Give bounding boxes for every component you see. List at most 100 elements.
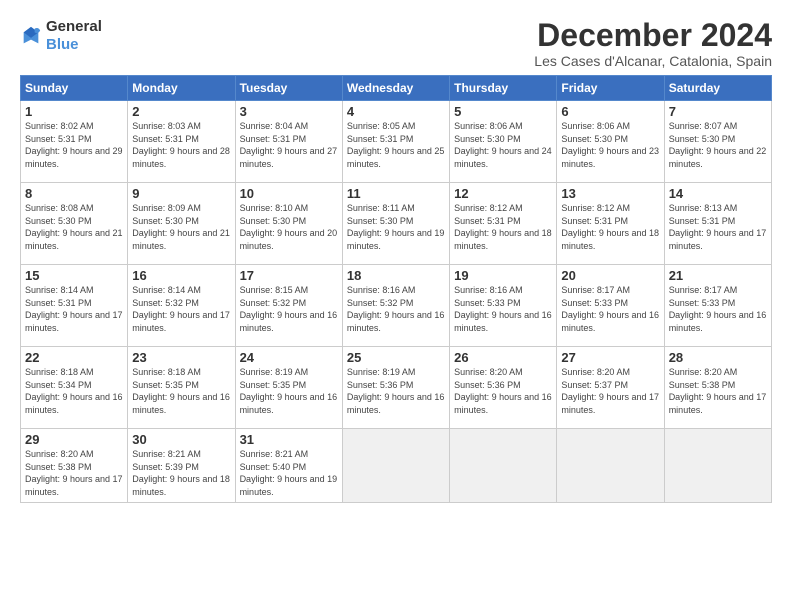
- day-number: 30: [132, 432, 230, 447]
- table-cell: 23Sunrise: 8:18 AMSunset: 5:35 PMDayligh…: [128, 347, 235, 429]
- day-number: 16: [132, 268, 230, 283]
- header: General Blue December 2024 Les Cases d'A…: [20, 18, 772, 69]
- day-number: 24: [240, 350, 338, 365]
- day-number: 4: [347, 104, 445, 119]
- table-cell: 8Sunrise: 8:08 AMSunset: 5:30 PMDaylight…: [21, 183, 128, 265]
- day-number: 15: [25, 268, 123, 283]
- table-cell: 27Sunrise: 8:20 AMSunset: 5:37 PMDayligh…: [557, 347, 664, 429]
- header-monday: Monday: [128, 76, 235, 101]
- day-number: 11: [347, 186, 445, 201]
- location-title: Les Cases d'Alcanar, Catalonia, Spain: [534, 53, 772, 69]
- cell-info: Sunrise: 8:16 AMSunset: 5:32 PMDaylight:…: [347, 284, 445, 334]
- table-row: 15Sunrise: 8:14 AMSunset: 5:31 PMDayligh…: [21, 265, 772, 347]
- table-cell: 9Sunrise: 8:09 AMSunset: 5:30 PMDaylight…: [128, 183, 235, 265]
- table-cell: 1Sunrise: 8:02 AMSunset: 5:31 PMDaylight…: [21, 101, 128, 183]
- cell-info: Sunrise: 8:09 AMSunset: 5:30 PMDaylight:…: [132, 202, 230, 252]
- table-cell: 30Sunrise: 8:21 AMSunset: 5:39 PMDayligh…: [128, 429, 235, 502]
- cell-info: Sunrise: 8:20 AMSunset: 5:38 PMDaylight:…: [25, 448, 123, 498]
- table-row: 8Sunrise: 8:08 AMSunset: 5:30 PMDaylight…: [21, 183, 772, 265]
- table-cell: 22Sunrise: 8:18 AMSunset: 5:34 PMDayligh…: [21, 347, 128, 429]
- header-tuesday: Tuesday: [235, 76, 342, 101]
- cell-info: Sunrise: 8:04 AMSunset: 5:31 PMDaylight:…: [240, 120, 338, 170]
- title-area: December 2024 Les Cases d'Alcanar, Catal…: [534, 18, 772, 69]
- cell-info: Sunrise: 8:18 AMSunset: 5:34 PMDaylight:…: [25, 366, 123, 416]
- table-cell: 19Sunrise: 8:16 AMSunset: 5:33 PMDayligh…: [450, 265, 557, 347]
- cell-info: Sunrise: 8:14 AMSunset: 5:31 PMDaylight:…: [25, 284, 123, 334]
- calendar-page: General Blue December 2024 Les Cases d'A…: [0, 0, 792, 612]
- day-number: 13: [561, 186, 659, 201]
- cell-info: Sunrise: 8:05 AMSunset: 5:31 PMDaylight:…: [347, 120, 445, 170]
- days-header-row: Sunday Monday Tuesday Wednesday Thursday…: [21, 76, 772, 101]
- cell-info: Sunrise: 8:20 AMSunset: 5:37 PMDaylight:…: [561, 366, 659, 416]
- table-row: 1Sunrise: 8:02 AMSunset: 5:31 PMDaylight…: [21, 101, 772, 183]
- cell-info: Sunrise: 8:21 AMSunset: 5:40 PMDaylight:…: [240, 448, 338, 498]
- logo-text: General Blue: [46, 18, 102, 53]
- table-cell: 2Sunrise: 8:03 AMSunset: 5:31 PMDaylight…: [128, 101, 235, 183]
- header-thursday: Thursday: [450, 76, 557, 101]
- day-number: 3: [240, 104, 338, 119]
- logo-icon: [20, 25, 42, 47]
- cell-info: Sunrise: 8:16 AMSunset: 5:33 PMDaylight:…: [454, 284, 552, 334]
- table-cell: [342, 429, 449, 502]
- day-number: 14: [669, 186, 767, 201]
- table-cell: 3Sunrise: 8:04 AMSunset: 5:31 PMDaylight…: [235, 101, 342, 183]
- day-number: 28: [669, 350, 767, 365]
- day-number: 18: [347, 268, 445, 283]
- cell-info: Sunrise: 8:03 AMSunset: 5:31 PMDaylight:…: [132, 120, 230, 170]
- cell-info: Sunrise: 8:14 AMSunset: 5:32 PMDaylight:…: [132, 284, 230, 334]
- cell-info: Sunrise: 8:20 AMSunset: 5:38 PMDaylight:…: [669, 366, 767, 416]
- table-cell: 17Sunrise: 8:15 AMSunset: 5:32 PMDayligh…: [235, 265, 342, 347]
- cell-info: Sunrise: 8:17 AMSunset: 5:33 PMDaylight:…: [561, 284, 659, 334]
- cell-info: Sunrise: 8:12 AMSunset: 5:31 PMDaylight:…: [561, 202, 659, 252]
- cell-info: Sunrise: 8:08 AMSunset: 5:30 PMDaylight:…: [25, 202, 123, 252]
- table-row: 29Sunrise: 8:20 AMSunset: 5:38 PMDayligh…: [21, 429, 772, 502]
- table-cell: 14Sunrise: 8:13 AMSunset: 5:31 PMDayligh…: [664, 183, 771, 265]
- month-title: December 2024: [534, 18, 772, 53]
- table-cell: [664, 429, 771, 502]
- day-number: 20: [561, 268, 659, 283]
- day-number: 1: [25, 104, 123, 119]
- table-cell: 13Sunrise: 8:12 AMSunset: 5:31 PMDayligh…: [557, 183, 664, 265]
- table-cell: 12Sunrise: 8:12 AMSunset: 5:31 PMDayligh…: [450, 183, 557, 265]
- table-cell: [450, 429, 557, 502]
- cell-info: Sunrise: 8:17 AMSunset: 5:33 PMDaylight:…: [669, 284, 767, 334]
- logo-blue: Blue: [46, 36, 79, 53]
- day-number: 25: [347, 350, 445, 365]
- table-cell: 29Sunrise: 8:20 AMSunset: 5:38 PMDayligh…: [21, 429, 128, 502]
- day-number: 2: [132, 104, 230, 119]
- day-number: 5: [454, 104, 552, 119]
- table-cell: [557, 429, 664, 502]
- day-number: 26: [454, 350, 552, 365]
- cell-info: Sunrise: 8:10 AMSunset: 5:30 PMDaylight:…: [240, 202, 338, 252]
- table-cell: 21Sunrise: 8:17 AMSunset: 5:33 PMDayligh…: [664, 265, 771, 347]
- calendar-table: Sunday Monday Tuesday Wednesday Thursday…: [20, 75, 772, 502]
- header-saturday: Saturday: [664, 76, 771, 101]
- cell-info: Sunrise: 8:11 AMSunset: 5:30 PMDaylight:…: [347, 202, 445, 252]
- header-sunday: Sunday: [21, 76, 128, 101]
- cell-info: Sunrise: 8:06 AMSunset: 5:30 PMDaylight:…: [561, 120, 659, 170]
- cell-info: Sunrise: 8:21 AMSunset: 5:39 PMDaylight:…: [132, 448, 230, 498]
- header-friday: Friday: [557, 76, 664, 101]
- cell-info: Sunrise: 8:07 AMSunset: 5:30 PMDaylight:…: [669, 120, 767, 170]
- header-wednesday: Wednesday: [342, 76, 449, 101]
- day-number: 31: [240, 432, 338, 447]
- table-cell: 11Sunrise: 8:11 AMSunset: 5:30 PMDayligh…: [342, 183, 449, 265]
- table-cell: 25Sunrise: 8:19 AMSunset: 5:36 PMDayligh…: [342, 347, 449, 429]
- day-number: 22: [25, 350, 123, 365]
- table-cell: 24Sunrise: 8:19 AMSunset: 5:35 PMDayligh…: [235, 347, 342, 429]
- table-row: 22Sunrise: 8:18 AMSunset: 5:34 PMDayligh…: [21, 347, 772, 429]
- day-number: 10: [240, 186, 338, 201]
- table-cell: 5Sunrise: 8:06 AMSunset: 5:30 PMDaylight…: [450, 101, 557, 183]
- cell-info: Sunrise: 8:19 AMSunset: 5:36 PMDaylight:…: [347, 366, 445, 416]
- table-cell: 26Sunrise: 8:20 AMSunset: 5:36 PMDayligh…: [450, 347, 557, 429]
- logo: General Blue: [20, 18, 102, 53]
- cell-info: Sunrise: 8:06 AMSunset: 5:30 PMDaylight:…: [454, 120, 552, 170]
- day-number: 23: [132, 350, 230, 365]
- table-cell: 16Sunrise: 8:14 AMSunset: 5:32 PMDayligh…: [128, 265, 235, 347]
- day-number: 29: [25, 432, 123, 447]
- day-number: 8: [25, 186, 123, 201]
- day-number: 21: [669, 268, 767, 283]
- table-cell: 15Sunrise: 8:14 AMSunset: 5:31 PMDayligh…: [21, 265, 128, 347]
- table-cell: 10Sunrise: 8:10 AMSunset: 5:30 PMDayligh…: [235, 183, 342, 265]
- table-cell: 6Sunrise: 8:06 AMSunset: 5:30 PMDaylight…: [557, 101, 664, 183]
